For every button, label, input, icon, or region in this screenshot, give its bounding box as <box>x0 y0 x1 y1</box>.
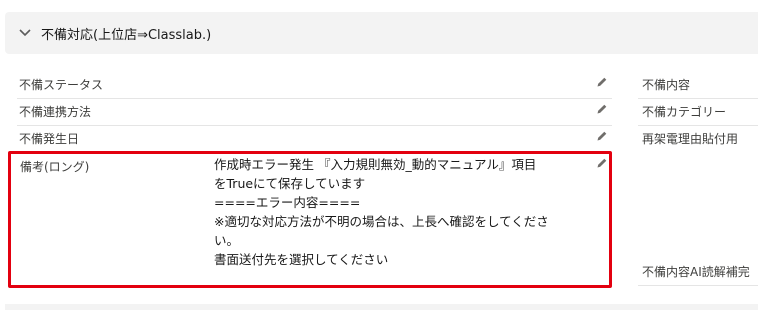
field-label: 不備発生日 <box>19 132 80 146</box>
field-label: 不備カテゴリー <box>642 105 727 119</box>
field-defect-link-method: 不備連携方法 <box>17 99 612 126</box>
remarks-line: ====エラー内容==== <box>214 195 361 210</box>
field-defect-content: 不備内容 <box>638 72 758 99</box>
section-header[interactable]: 不備対応(上位店⇒Classlab.) <box>5 12 758 54</box>
pencil-icon[interactable] <box>596 157 608 169</box>
remarks-line: をTrueにて保存しています <box>214 176 366 191</box>
field-label: 不備内容 <box>642 78 691 92</box>
chevron-down-icon[interactable] <box>18 27 32 39</box>
remarks-value: 作成時エラー発生 『入力規則無効_動的マニュアル』項目 をTrueにて保存してい… <box>214 155 588 269</box>
remarks-line: い。 <box>214 233 240 248</box>
next-section-bar <box>5 304 758 310</box>
pencil-icon[interactable] <box>596 103 608 115</box>
field-defect-date: 不備発生日 <box>17 126 612 153</box>
remarks-line: 書面送付先を選択してください <box>214 252 389 267</box>
remarks-line: ※適切な対応方法が不明の場合は、上長へ確認をしてくださ <box>214 214 549 229</box>
remarks-line: 作成時エラー発生 『入力規則無効_動的マニュアル』項目 <box>214 157 537 172</box>
field-ai-completion: 不備内容AI読解補完 <box>638 259 758 286</box>
pencil-icon[interactable] <box>596 76 608 88</box>
section-title: 不備対応(上位店⇒Classlab.) <box>41 28 212 43</box>
pencil-icon[interactable] <box>596 130 608 142</box>
field-recall-reason-label: 再架電理由貼付用 <box>642 132 739 146</box>
remarks-label: 備考(ロング) <box>20 160 90 174</box>
field-label: 不備連携方法 <box>19 105 92 119</box>
field-defect-status: 不備ステータス <box>17 72 612 99</box>
field-label: 不備内容AI読解補完 <box>642 265 750 279</box>
field-label: 不備ステータス <box>19 78 104 92</box>
field-defect-category: 不備カテゴリー <box>638 99 758 126</box>
